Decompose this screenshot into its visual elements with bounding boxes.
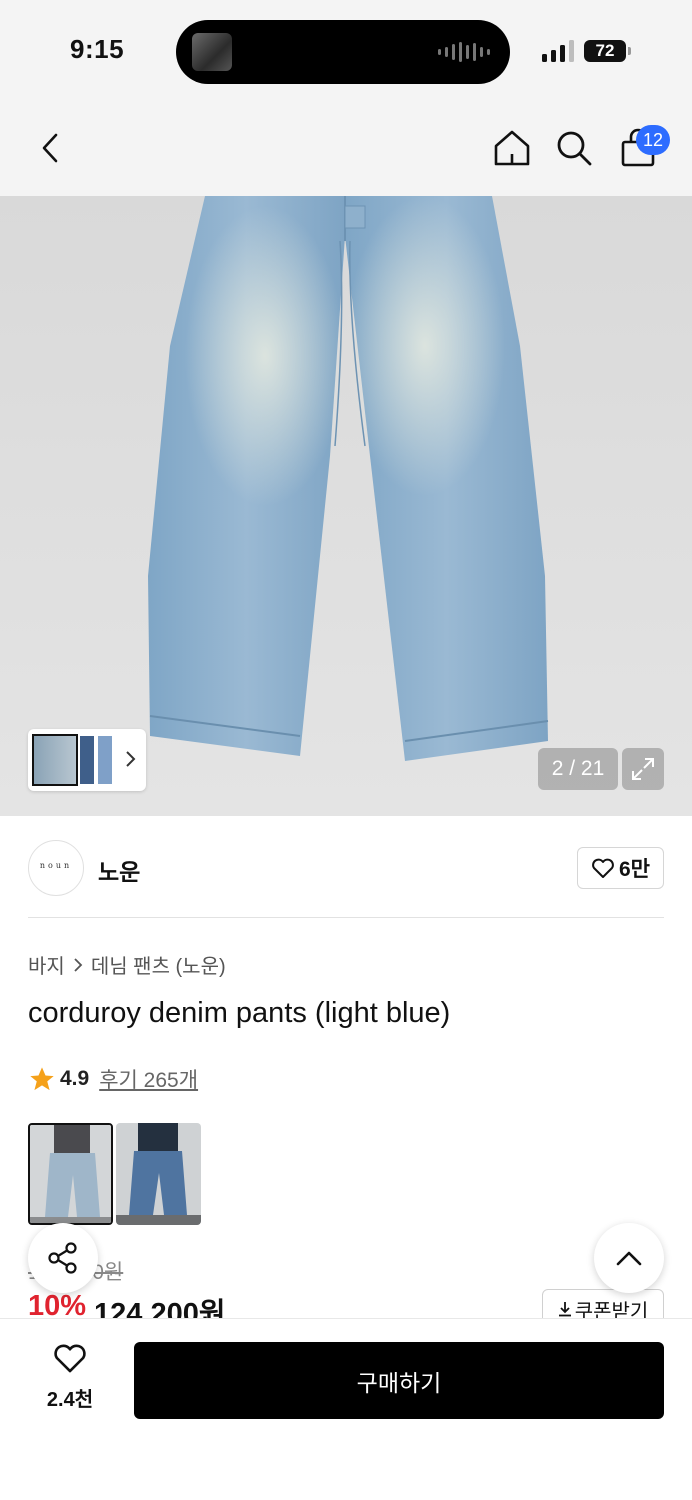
variant-image (30, 1125, 111, 1223)
chevron-right-icon (74, 957, 83, 972)
app-header (0, 100, 692, 196)
status-time: 9:15 (70, 34, 125, 64)
back-button[interactable] (22, 100, 78, 196)
wishlist-count: 2.4천 (46, 1389, 94, 1411)
breadcrumb-subcategory[interactable]: 데님 팬츠 (노운) (91, 950, 226, 979)
now-playing-thumbnail (192, 33, 232, 71)
brand-name[interactable]: 노운 (98, 853, 140, 887)
dynamic-island (176, 20, 510, 84)
share-button[interactable] (28, 1223, 98, 1293)
thumbnail-3[interactable] (98, 736, 112, 784)
signal-icon (542, 40, 574, 62)
image-counter: 2 / 21 (538, 748, 618, 790)
search-icon (557, 131, 592, 166)
review-link[interactable]: 후기 265개 (99, 1064, 198, 1094)
download-icon (558, 1302, 571, 1317)
brand-logo-text: noun (39, 861, 73, 870)
breadcrumb-category[interactable]: 바지 (28, 950, 65, 979)
product-image-gallery[interactable] (0, 196, 692, 816)
thumbnail-1[interactable] (32, 734, 78, 786)
chevron-left-icon (42, 133, 58, 163)
search-button[interactable] (546, 100, 602, 196)
heart-icon (592, 858, 614, 878)
brand-like-button[interactable]: 6만 (577, 847, 664, 889)
home-icon (494, 130, 530, 166)
variant-blue[interactable] (116, 1123, 201, 1225)
chevron-right-icon[interactable] (124, 749, 136, 774)
breadcrumb: 바지 데님 팬츠 (노운) (28, 950, 226, 979)
brand-like-count: 6만 (619, 858, 650, 881)
cart-count-badge: 12 (636, 125, 670, 155)
thumbnail-2[interactable] (80, 736, 94, 784)
brand-logo[interactable]: noun (28, 840, 84, 896)
variant-light-blue[interactable] (28, 1123, 113, 1225)
rating-row: 4.9 후기 265개 (28, 1064, 198, 1094)
share-icon (48, 1242, 77, 1274)
home-button[interactable] (484, 100, 540, 196)
battery-cap (628, 47, 631, 55)
battery-icon: 72 (584, 40, 626, 62)
expand-icon (632, 758, 654, 780)
rating-value: 4.9 (60, 1067, 90, 1090)
jeans-product-image (0, 196, 692, 816)
scroll-top-button[interactable] (594, 1223, 664, 1293)
expand-button[interactable] (622, 748, 664, 790)
heart-icon (54, 1344, 86, 1373)
gallery-thumbnail-strip[interactable] (28, 729, 146, 791)
buy-button[interactable]: 구매하기 (134, 1342, 664, 1419)
product-title: corduroy denim pants (light blue) (28, 997, 451, 1029)
audio-wave-icon (438, 42, 490, 62)
wishlist-button[interactable]: 2.4천 (28, 1342, 112, 1420)
status-bar: 9:15 72 (0, 0, 692, 100)
divider (28, 917, 664, 918)
star-icon (30, 1067, 54, 1091)
variant-image (116, 1123, 201, 1225)
chevron-up-icon (616, 1251, 642, 1266)
